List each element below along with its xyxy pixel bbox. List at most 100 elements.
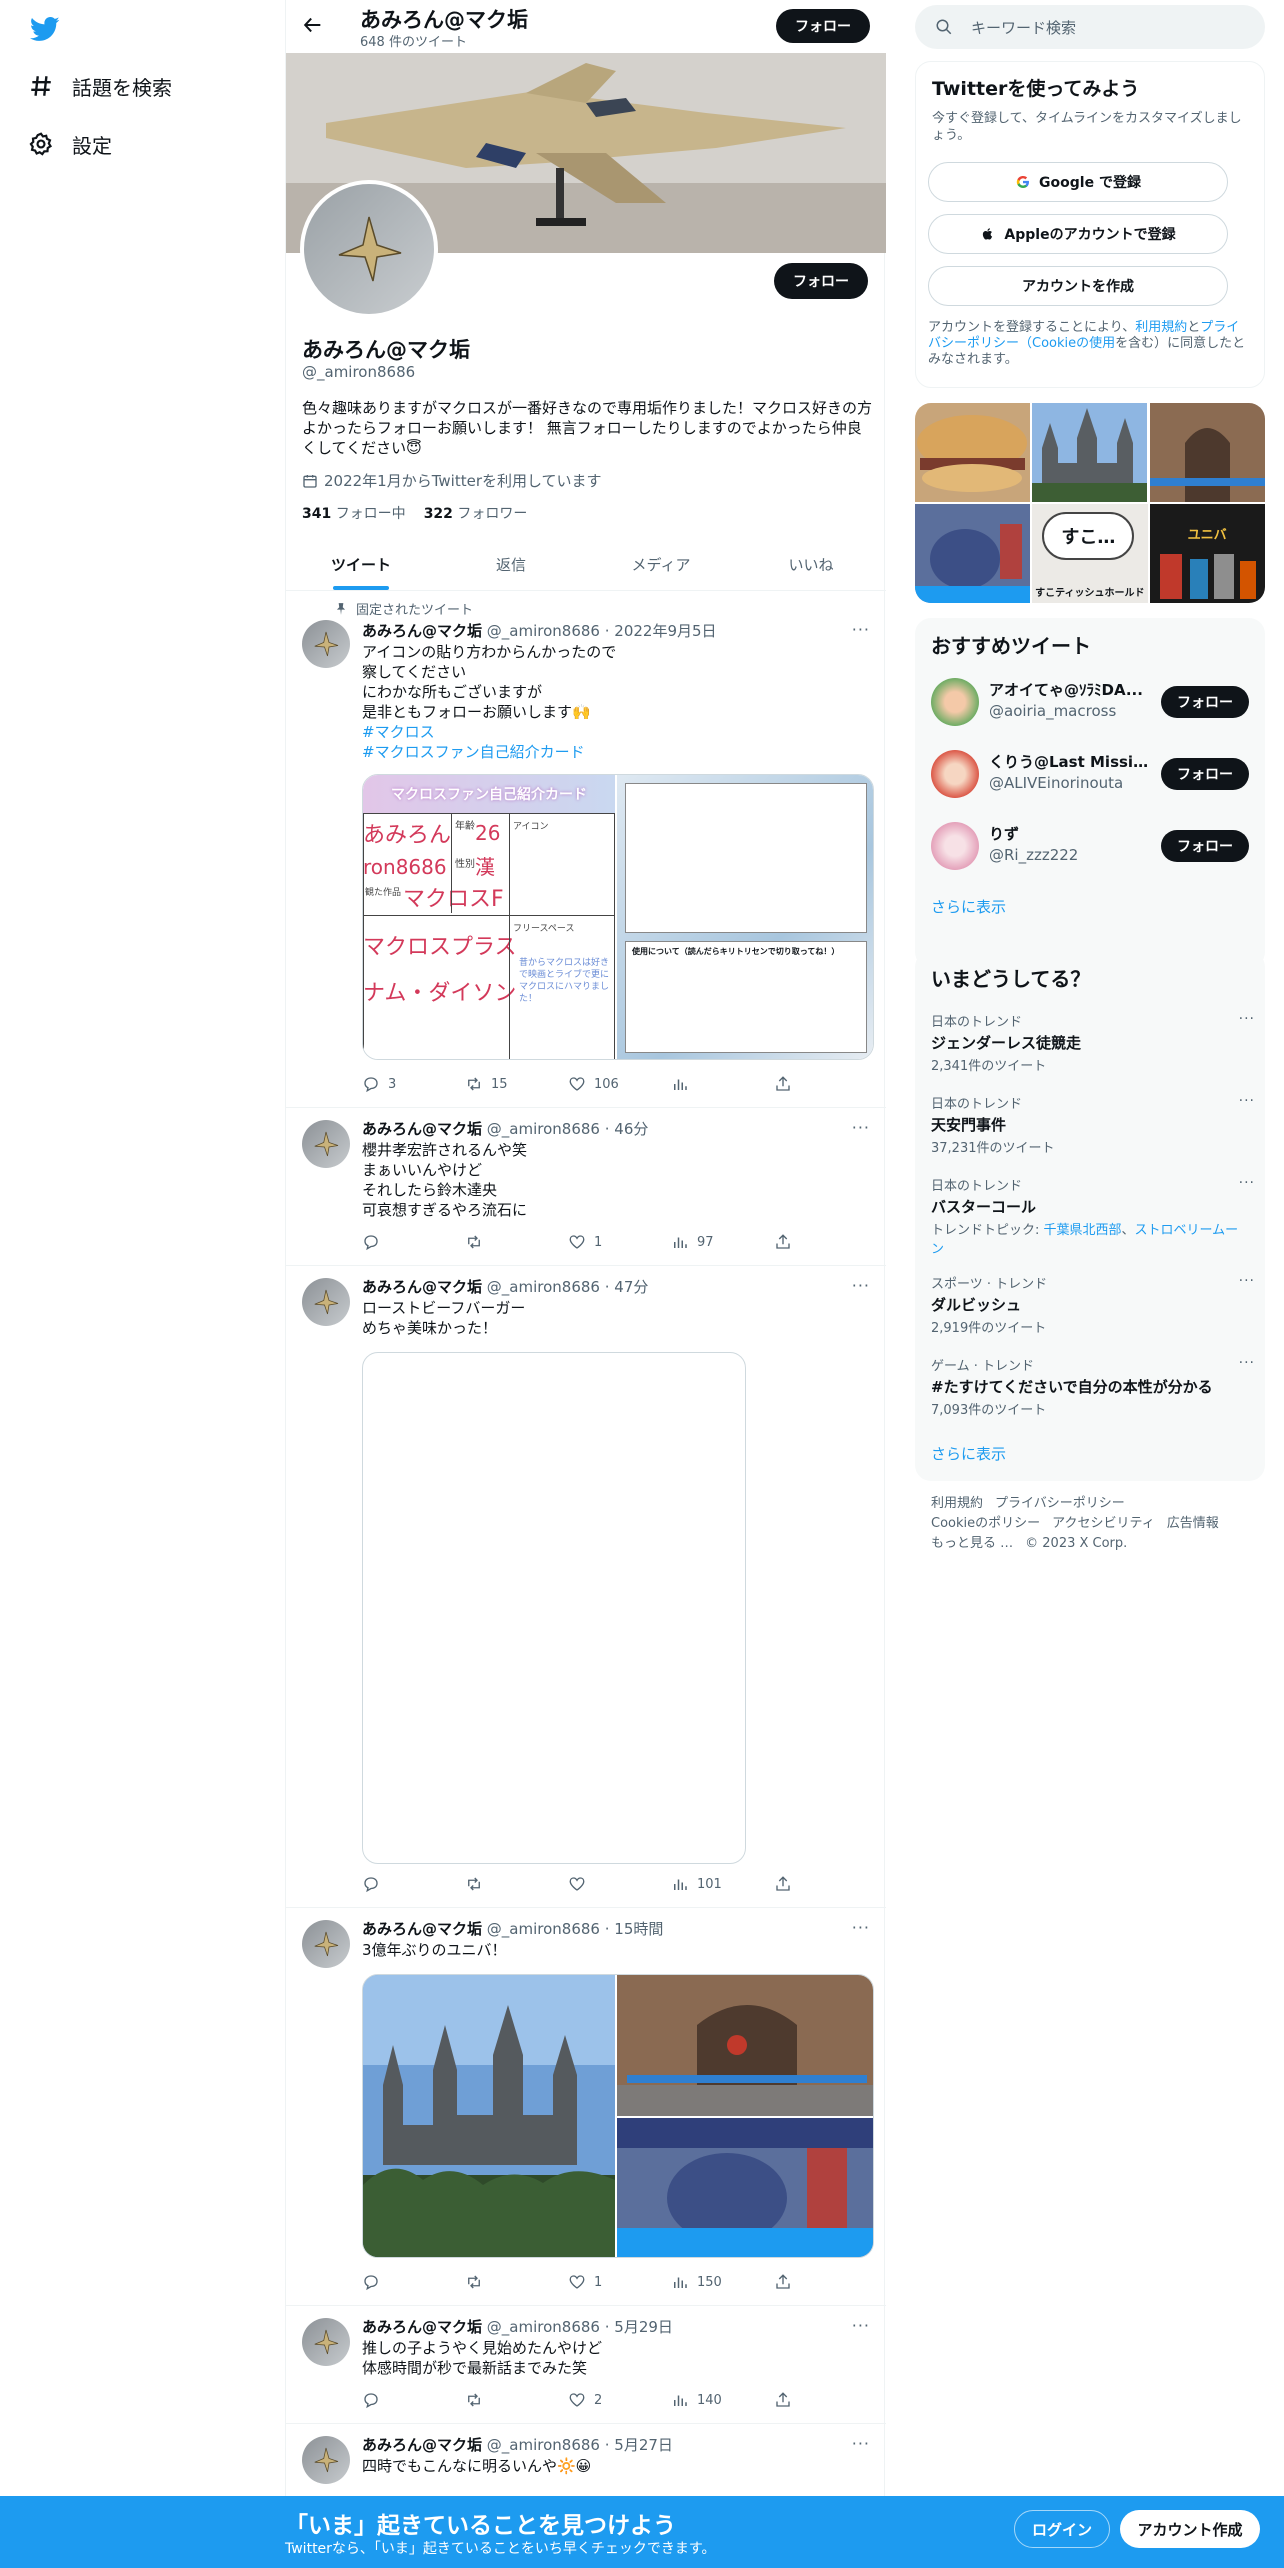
tweet-item[interactable]: あみろん@マク垢 @_amiron8686 · 46分 ··· 櫻井孝宏許される… [286,1108,886,1266]
more-options-icon[interactable]: ··· [852,2316,870,2335]
footer-link[interactable]: アクセシビリティ [1052,1516,1155,1531]
share-button[interactable] [774,1874,792,1894]
tab-replies[interactable]: 返信 [436,538,586,590]
tweet-author-handle[interactable]: @_amiron8686 [487,622,600,640]
retweet-button[interactable] [465,2272,555,2292]
media-thumb-ride[interactable] [915,504,1030,603]
tweet-time[interactable]: · 2022年9月5日 [605,622,717,640]
follow-button[interactable]: フォロー [1161,686,1249,718]
tweet-avatar[interactable] [302,1278,350,1326]
trend-item[interactable]: ゲーム · トレンド #たすけてくださいで自分の本性が分かる 7,093件のツイ… [931,1355,1254,1418]
reply-button[interactable] [362,2390,452,2410]
following-link[interactable]: 341 フォロー中 [302,503,406,523]
header-follow-button[interactable]: フォロー [776,9,870,43]
share-button[interactable] [774,2390,792,2410]
avatar[interactable] [931,822,979,870]
reply-button[interactable] [362,1874,452,1894]
tweet-item[interactable]: あみろん@マク垢 @_amiron8686 · 2022年9月5日 ··· アイ… [286,612,886,1108]
like-button[interactable]: 106 [568,1074,658,1094]
tweet-media-image[interactable] [362,1352,746,1864]
more-options-icon[interactable]: ··· [1239,1011,1255,1027]
tweet-avatar[interactable] [302,1120,350,1168]
search-input[interactable]: キーワード検索 [971,17,1076,38]
tweet-media-card[interactable]: マクロスファン自己紹介カード あみろん 年齢 26 アイコン ron8686 性… [362,774,874,1060]
more-options-icon[interactable]: ··· [1239,1273,1255,1289]
more-options-icon[interactable]: ··· [1239,1355,1255,1371]
footer-link[interactable]: Cookieのポリシー [931,1516,1040,1531]
tweet-time[interactable]: · 5月29日 [605,2318,673,2336]
more-options-icon[interactable]: ··· [1239,1175,1255,1191]
ride-photo[interactable] [617,2118,874,2258]
tweet-author-handle[interactable]: @_amiron8686 [487,2318,600,2336]
create-account-button[interactable]: アカウントを作成 [928,266,1228,306]
show-more-link[interactable]: さらに表示 [931,1443,1006,1464]
share-button[interactable] [774,1232,792,1252]
signup-button[interactable]: アカウント作成 [1120,2510,1260,2548]
tweet-avatar[interactable] [302,620,350,668]
tweet-author-name[interactable]: あみろん@マク垢 [362,2436,482,2454]
tweet-avatar[interactable] [302,2436,350,2484]
tweet-author-handle[interactable]: @_amiron8686 [487,2436,600,2454]
search-bar[interactable]: キーワード検索 [915,5,1265,49]
like-button[interactable]: 1 [568,2272,658,2292]
hashtag-link[interactable]: #マクロス [362,722,872,742]
more-options-icon[interactable]: ··· [852,1118,870,1137]
recommend-user[interactable]: りず @Ri_zzz222 フォロー [931,814,1249,878]
views-button[interactable]: 150 [671,2272,761,2292]
views-button[interactable]: 140 [671,2390,761,2410]
apple-signup-button[interactable]: Appleのアカウントで登録 [928,214,1228,254]
like-button[interactable]: 2 [568,2390,658,2410]
tweet-author-name[interactable]: あみろん@マク垢 [362,2318,482,2336]
recommend-user[interactable]: くりう@Last Missio... @ALIVEinorinouta フォロー [931,742,1249,806]
more-options-icon[interactable]: ··· [852,1918,870,1937]
tweet-author-handle[interactable]: @_amiron8686 [487,1278,600,1296]
trend-item[interactable]: 日本のトレンド ジェンダーレス徒競走 2,341件のツイート ··· [931,1011,1254,1074]
views-button[interactable] [671,1074,761,1094]
reply-button[interactable]: 3 [362,1074,452,1094]
tab-media[interactable]: メディア [586,538,736,590]
tweet-time[interactable]: · 5月27日 [605,2436,673,2454]
footer-link[interactable]: もっと見る … [931,1536,1013,1551]
login-button[interactable]: ログイン [1014,2510,1110,2548]
views-button[interactable]: 101 [671,1874,761,1894]
more-options-icon[interactable]: ··· [852,1276,870,1295]
views-button[interactable]: 97 [671,1232,761,1252]
twitter-logo-icon[interactable] [28,14,62,44]
profile-avatar[interactable] [300,180,438,318]
tweet-time[interactable]: · 15時間 [605,1920,664,1938]
terms-link[interactable]: 利用規約 [1135,320,1187,335]
media-thumb-speech[interactable]: すこ… すこティッシュホールド [1032,504,1148,603]
share-button[interactable] [774,2272,792,2292]
media-thumb-street[interactable] [1149,403,1265,502]
retweet-button[interactable] [465,1874,555,1894]
media-thumb-burger[interactable] [915,403,1030,502]
nav-explore[interactable]: 話題を検索 [28,66,172,106]
tweet-avatar[interactable] [302,1920,350,1968]
tweet-author-handle[interactable]: @_amiron8686 [487,1120,600,1138]
reply-button[interactable] [362,2272,452,2292]
more-options-icon[interactable]: ··· [1239,1093,1255,1109]
retweet-button[interactable] [465,2390,555,2410]
like-button[interactable] [568,1874,658,1894]
media-thumb-castle[interactable] [1032,403,1148,502]
trend-item[interactable]: 日本のトレンド バスターコール トレンドトピック: 千葉県北西部、ストロベリーム… [931,1175,1254,1257]
back-arrow-icon[interactable] [302,14,324,36]
reply-button[interactable] [362,1232,452,1252]
tweet-time[interactable]: · 47分 [605,1278,649,1296]
tweet-item[interactable]: あみろん@マク垢 @_amiron8686 · 5月29日 ··· 推しの子よう… [286,2306,886,2424]
trend-topic-link[interactable]: 千葉県北西部 [1044,1223,1122,1238]
show-more-link[interactable]: さらに表示 [931,896,1006,917]
trend-item[interactable]: スポーツ · トレンド ダルビッシュ 2,919件のツイート ··· [931,1273,1254,1336]
tweet-author-name[interactable]: あみろん@マク垢 [362,1278,482,1296]
google-signup-button[interactable]: Google で登録 [928,162,1228,202]
footer-link[interactable]: 広告情報 [1167,1516,1219,1531]
tweet-author-name[interactable]: あみろん@マク垢 [362,1920,482,1938]
tweet-item[interactable]: あみろん@マク垢 @_amiron8686 · 47分 ··· ローストビーフバ… [286,1266,886,1908]
media-thumb-poster[interactable]: ユニバ [1149,504,1265,603]
tweet-time[interactable]: · 46分 [605,1120,649,1138]
recommend-user[interactable]: アオイてゃ@ｿﾗﾐDA... @aoiria_macross フォロー [931,670,1249,734]
tweet-media-grid[interactable] [362,1974,874,2258]
hashtag-link[interactable]: #マクロスファン自己紹介カード [362,742,872,762]
nav-settings[interactable]: 設定 [28,124,112,164]
tab-likes[interactable]: いいね [736,538,886,590]
